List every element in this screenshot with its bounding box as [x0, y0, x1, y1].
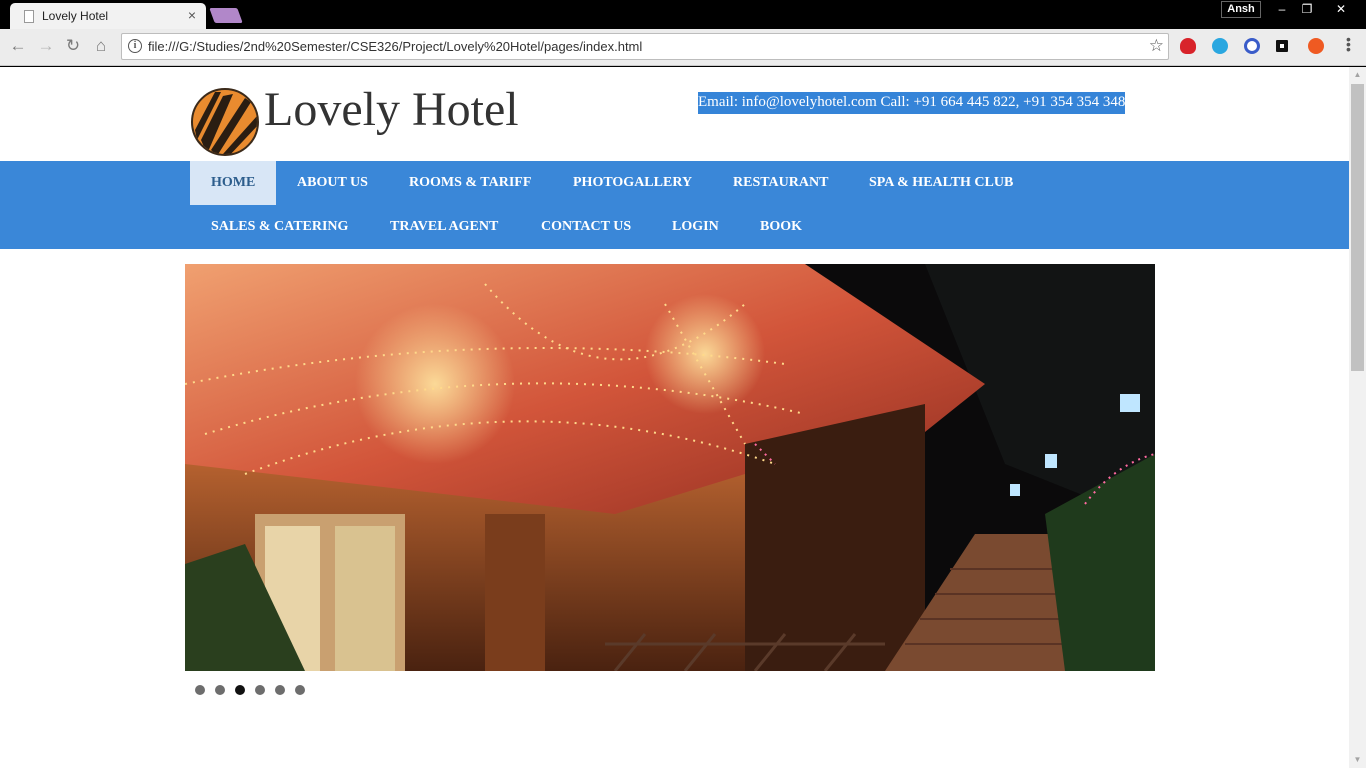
- reload-icon[interactable]: ↻: [64, 37, 82, 55]
- nav-photogallery[interactable]: PHOTOGALLERY: [552, 161, 713, 205]
- contact-info: Email: info@lovelyhotel.com Call: +91 66…: [698, 92, 1126, 114]
- site-info-icon[interactable]: i: [128, 39, 142, 53]
- slider-dot-active[interactable]: [235, 685, 245, 695]
- hero-slider-image[interactable]: [185, 264, 1155, 671]
- slider-dot[interactable]: [195, 685, 205, 695]
- address-bar[interactable]: i file:///G:/Studies/2nd%20Semester/CSE3…: [121, 33, 1169, 60]
- extension-icon[interactable]: [1212, 38, 1228, 54]
- nav-rooms-tariff[interactable]: ROOMS & TARIFF: [388, 161, 552, 205]
- scroll-thumb[interactable]: [1351, 84, 1364, 371]
- main-navigation: HOME ABOUT US ROOMS & TARIFF PHOTOGALLER…: [0, 161, 1349, 249]
- browser-tab[interactable]: Lovely Hotel ×: [10, 3, 206, 29]
- slider-dot[interactable]: [215, 685, 225, 695]
- back-icon[interactable]: ←: [9, 37, 27, 55]
- nav-contact-us[interactable]: CONTACT US: [520, 205, 652, 249]
- forward-icon[interactable]: →: [37, 37, 55, 55]
- site-title[interactable]: Lovely Hotel: [264, 82, 519, 137]
- home-icon[interactable]: ⌂: [92, 37, 110, 55]
- nav-restaurant[interactable]: RESTAURANT: [712, 161, 849, 205]
- url-text[interactable]: file:///G:/Studies/2nd%20Semester/CSE326…: [148, 39, 642, 54]
- browser-tab-strip: Lovely Hotel × Ansh – ❐ ✕: [0, 0, 1366, 29]
- browser-menu-icon[interactable]: • • •: [1346, 32, 1352, 56]
- profile-button[interactable]: Ansh: [1221, 1, 1261, 18]
- scroll-up-icon[interactable]: ▲: [1349, 67, 1366, 83]
- logo-stripes: [195, 92, 257, 154]
- page-scrollbar[interactable]: ▲ ▼: [1349, 67, 1366, 768]
- restore-button[interactable]: ❐: [1292, 0, 1322, 18]
- extension-icon[interactable]: [1276, 40, 1288, 52]
- nav-login[interactable]: LOGIN: [651, 205, 740, 249]
- nav-spa-health-club[interactable]: SPA & HEALTH CLUB: [848, 161, 1034, 205]
- new-tab-button[interactable]: [209, 8, 243, 23]
- scroll-down-icon[interactable]: ▼: [1349, 752, 1366, 768]
- hotel-night-photo: [185, 264, 1155, 671]
- nav-about-us[interactable]: ABOUT US: [276, 161, 389, 205]
- tab-title: Lovely Hotel: [42, 9, 109, 23]
- page-viewport: Lovely Hotel Email: info@lovelyhotel.com…: [0, 67, 1349, 768]
- nav-book[interactable]: BOOK: [739, 205, 823, 249]
- slider-dot[interactable]: [295, 685, 305, 695]
- close-tab-icon[interactable]: ×: [188, 7, 196, 23]
- nav-home[interactable]: HOME: [190, 161, 277, 205]
- extension-icon[interactable]: [1244, 38, 1260, 54]
- browser-toolbar: ← → ↻ ⌂ i file:///G:/Studies/2nd%20Semes…: [0, 29, 1366, 66]
- extension-icon[interactable]: [1308, 38, 1324, 54]
- slider-dot[interactable]: [275, 685, 285, 695]
- page-icon: [24, 10, 34, 23]
- nav-sales-catering[interactable]: SALES & CATERING: [190, 205, 369, 249]
- nav-travel-agent[interactable]: TRAVEL AGENT: [369, 205, 519, 249]
- slider-dot[interactable]: [255, 685, 265, 695]
- adblock-extension-icon[interactable]: [1180, 38, 1196, 54]
- bookmark-star-icon[interactable]: ☆: [1149, 36, 1164, 56]
- close-window-button[interactable]: ✕: [1326, 0, 1356, 18]
- hotel-logo-icon[interactable]: [191, 88, 259, 156]
